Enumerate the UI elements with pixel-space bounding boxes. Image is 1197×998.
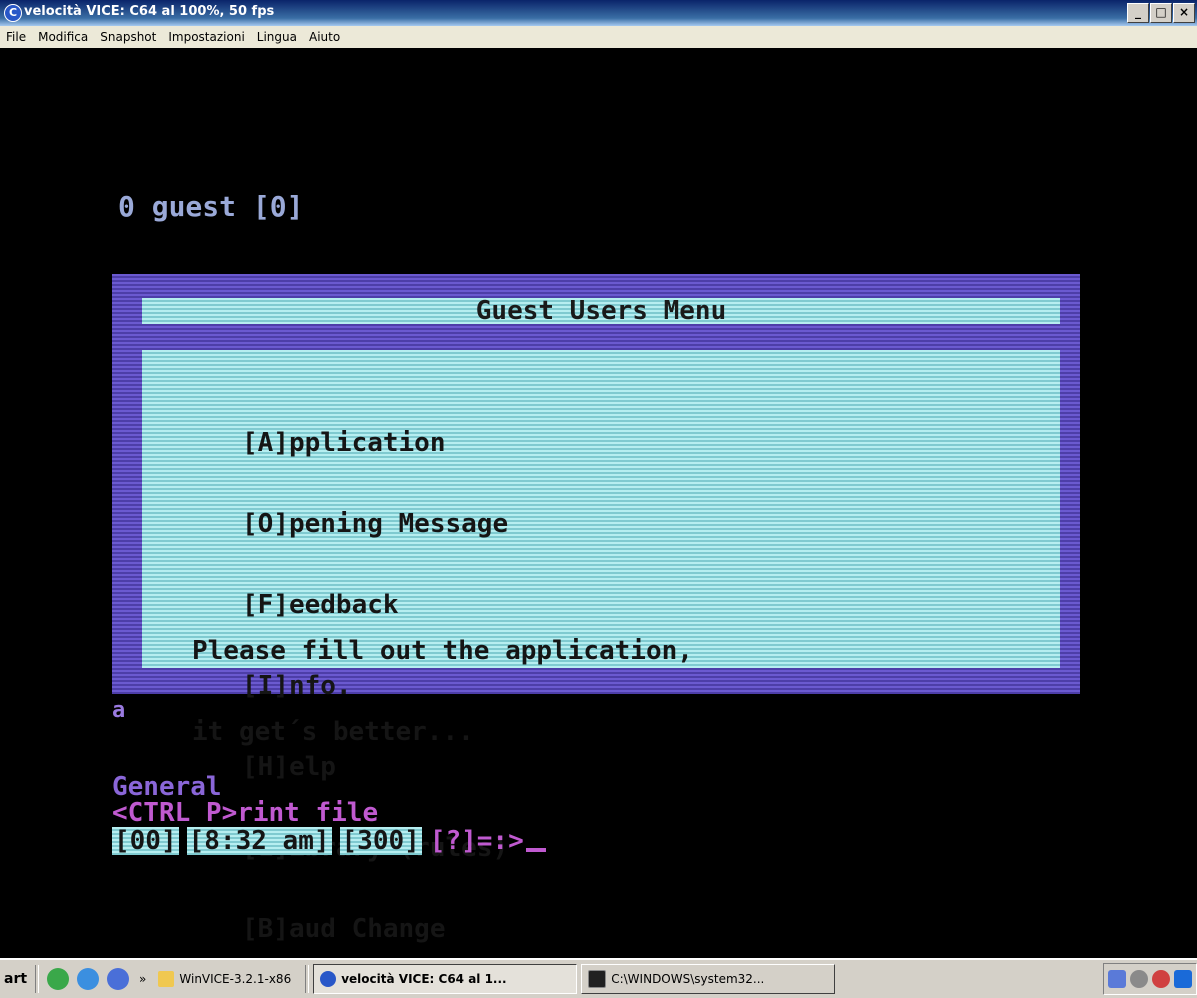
taskbar: art » WinVICE-3.2.1-x86 velocità VICE: C… bbox=[0, 958, 1197, 998]
cursor bbox=[525, 848, 546, 852]
close-button[interactable]: × bbox=[1173, 3, 1195, 23]
menu-file[interactable]: File bbox=[0, 30, 32, 44]
menu-bar: File Modifica Snapshot Impostazioni Ling… bbox=[0, 26, 1197, 48]
taskbar-separator-2 bbox=[305, 965, 310, 993]
vice-icon bbox=[320, 971, 337, 987]
play-icon[interactable] bbox=[1174, 970, 1192, 988]
task-folder[interactable]: WinVICE-3.2.1-x86 bbox=[152, 965, 297, 993]
status-counter: [00] bbox=[112, 826, 179, 856]
task-folder-label: WinVICE-3.2.1-x86 bbox=[179, 972, 292, 986]
task-vice[interactable]: velocità VICE: C64 al 1... bbox=[313, 964, 578, 994]
status-baud: [300] bbox=[339, 826, 422, 856]
title-bar[interactable]: C velocità VICE: C64 al 100%, 50 fps _ □… bbox=[0, 0, 1197, 26]
option-application: [A]pplication bbox=[242, 428, 446, 458]
c64-screen[interactable]: 0 guest [0] Guest Users Menu [A]pplicati… bbox=[8, 48, 1197, 956]
window-controls: _ □ × bbox=[1127, 3, 1195, 23]
network-icon[interactable] bbox=[1108, 970, 1126, 988]
guest-line: 0 guest [0] bbox=[118, 190, 304, 223]
note-line-1: Please fill out the application, bbox=[192, 636, 693, 666]
media-player-icon[interactable] bbox=[107, 968, 130, 990]
status-time: [8:32 am] bbox=[186, 826, 332, 856]
option-baud-change: [B]aud Change bbox=[242, 914, 446, 944]
prompt-text: [?]=:> bbox=[429, 826, 524, 856]
box-body: [A]pplication [O]pening Message [F]eedba… bbox=[142, 350, 1060, 943]
note-text: Please fill out the application, it get´… bbox=[192, 584, 693, 800]
menu-impostazioni[interactable]: Impostazioni bbox=[162, 30, 250, 44]
taskbar-separator bbox=[35, 965, 40, 993]
note-line-2: it get´s better... bbox=[192, 717, 474, 747]
window-title: velocità VICE: C64 al 100%, 50 fps bbox=[24, 4, 275, 19]
folder-icon bbox=[158, 971, 175, 987]
vice-app-icon[interactable]: C bbox=[4, 4, 22, 22]
box-title: Guest Users Menu bbox=[475, 296, 727, 326]
status-line: [00] [8:32 am] [300] [?]=:> bbox=[112, 826, 546, 856]
security-icon[interactable] bbox=[1152, 970, 1170, 988]
menu-snapshot[interactable]: Snapshot bbox=[94, 30, 162, 44]
cmd-icon bbox=[588, 970, 607, 988]
box-title-bar: Guest Users Menu bbox=[142, 296, 1060, 326]
menu-aiuto[interactable]: Aiuto bbox=[303, 30, 346, 44]
ctrl-p-hint: <CTRL P>rint file bbox=[112, 798, 379, 828]
guest-menu-box: Guest Users Menu [A]pplication [O]pening… bbox=[112, 274, 1080, 943]
internet-explorer-icon[interactable] bbox=[77, 968, 100, 990]
start-button[interactable]: art bbox=[0, 971, 31, 987]
option-opening-message: [O]pening Message bbox=[242, 509, 509, 539]
menu-lingua[interactable]: Lingua bbox=[251, 30, 303, 44]
task-cmd[interactable]: C:\WINDOWS\system32... bbox=[581, 964, 836, 994]
menu-modifica[interactable]: Modifica bbox=[32, 30, 94, 44]
task-vice-label: velocità VICE: C64 al 1... bbox=[341, 972, 507, 986]
maximize-button[interactable]: □ bbox=[1150, 3, 1172, 23]
clock-icon[interactable] bbox=[1130, 970, 1148, 988]
task-cmd-label: C:\WINDOWS\system32... bbox=[611, 972, 765, 986]
minimize-button[interactable]: _ bbox=[1127, 3, 1149, 23]
typed-input: a bbox=[112, 698, 126, 723]
system-tray bbox=[1103, 963, 1197, 995]
command-prompt[interactable]: [?]=:> bbox=[430, 826, 546, 856]
quicklaunch-chevron[interactable]: » bbox=[133, 972, 152, 986]
utorrent-icon[interactable] bbox=[47, 968, 70, 990]
